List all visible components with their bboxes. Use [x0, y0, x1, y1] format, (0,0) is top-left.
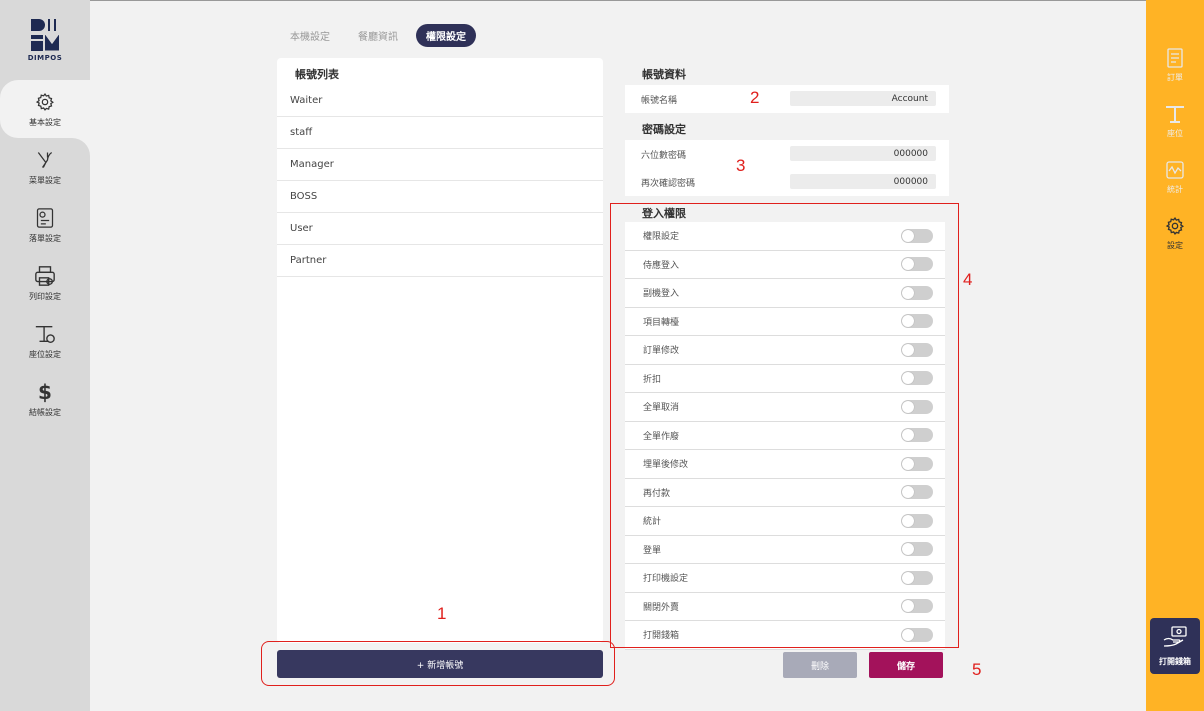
- order-doc-icon: [34, 207, 56, 229]
- nav-item-table-settings[interactable]: 座位設定: [0, 312, 90, 370]
- save-button[interactable]: 儲存: [869, 652, 943, 678]
- annotation-number-5: 5: [972, 660, 982, 679]
- pin-row: 六位數密碼 000000: [625, 140, 949, 168]
- open-cash-drawer-button[interactable]: 打開錢箱: [1150, 618, 1200, 674]
- gear-icon: [1165, 216, 1185, 238]
- nav-label: 座位設定: [29, 349, 61, 359]
- nav-item-stats[interactable]: 統計: [1146, 160, 1204, 195]
- account-item[interactable]: staff: [277, 117, 603, 149]
- annotation-number-1: 1: [437, 604, 447, 623]
- confirm-pin-input[interactable]: 000000: [790, 174, 936, 189]
- annotation-box-1: [261, 641, 615, 686]
- nav-label: 設定: [1167, 241, 1183, 250]
- nav-item-settings[interactable]: 設定: [1146, 216, 1204, 251]
- nav-item-basic-settings[interactable]: 基本設定: [0, 80, 90, 138]
- nav-label: 結帳設定: [29, 407, 61, 417]
- nav-item-print-settings[interactable]: 列印設定: [0, 254, 90, 312]
- delete-button[interactable]: 刪除: [783, 652, 857, 678]
- pin-input[interactable]: 000000: [790, 146, 936, 161]
- nav-item-orders[interactable]: 訂單: [1146, 48, 1204, 83]
- utensils-icon: [34, 149, 56, 171]
- top-border: [0, 0, 1204, 1]
- gear-icon: [34, 91, 56, 113]
- account-info-title: 帳號資料: [642, 68, 686, 81]
- cash-drawer-icon: [1163, 625, 1187, 652]
- nav-label: 統計: [1167, 185, 1183, 194]
- account-name-row: 帳號名稱 Account: [625, 85, 949, 113]
- logo-text: DIMPOS: [27, 53, 63, 62]
- nav-label: 訂單: [1167, 73, 1183, 82]
- table-icon: [1165, 104, 1185, 126]
- nav-item-checkout-settings[interactable]: $ 結帳設定: [0, 370, 90, 428]
- nav-label: 列印設定: [29, 291, 61, 301]
- table-icon: [34, 323, 56, 345]
- annotation-number-3: 3: [736, 156, 746, 175]
- annotation-box-4: [610, 203, 959, 648]
- stats-icon: [1165, 160, 1185, 182]
- receipt-icon: [1167, 48, 1183, 70]
- tab-restaurant-info[interactable]: 餐廳資訊: [348, 24, 408, 47]
- annotation-number-4: 4: [963, 270, 973, 289]
- nav-label: 落單設定: [29, 233, 61, 243]
- confirm-pin-label: 再次確認密碼: [641, 178, 696, 189]
- settings-tabs: 本機設定 餐廳資訊 權限設定: [280, 23, 476, 47]
- account-name-input[interactable]: Account: [790, 91, 936, 106]
- right-sidebar: 訂單 座位 統計 設定: [1146, 0, 1204, 711]
- account-item[interactable]: User: [277, 213, 603, 245]
- nav-item-seats[interactable]: 座位: [1146, 104, 1204, 139]
- tab-local-settings[interactable]: 本機設定: [280, 24, 340, 47]
- password-title: 密碼設定: [642, 123, 686, 136]
- tab-permission-settings[interactable]: 權限設定: [416, 23, 476, 47]
- cash-drawer-label: 打開錢箱: [1159, 656, 1191, 666]
- account-item[interactable]: Waiter: [277, 85, 603, 117]
- confirm-pin-row: 再次確認密碼 000000: [625, 168, 949, 196]
- nav-label: 座位: [1167, 129, 1183, 138]
- nav-item-order-settings[interactable]: 落單設定: [0, 196, 90, 254]
- logo: DIMPOS: [0, 0, 90, 80]
- account-list-title: 帳號列表: [295, 68, 339, 81]
- dimpos-logo-icon: [31, 18, 59, 51]
- annotation-number-2: 2: [750, 88, 760, 107]
- account-item[interactable]: Partner: [277, 245, 603, 277]
- account-item[interactable]: BOSS: [277, 181, 603, 213]
- account-name-label: 帳號名稱: [641, 95, 678, 106]
- printer-icon: [34, 265, 56, 287]
- pin-label: 六位數密碼: [641, 150, 687, 161]
- nav-label: 基本設定: [29, 117, 61, 127]
- left-sidebar: DIMPOS 基本設定 菜單設定 落單設定 列印設定 座位設定 $ 結帳設定: [0, 0, 90, 711]
- account-list-panel: 帳號列表 Waiter staff Manager BOSS User Part…: [277, 58, 603, 643]
- nav-label: 菜單設定: [29, 175, 61, 185]
- nav-item-menu-settings[interactable]: 菜單設定: [0, 138, 90, 196]
- account-item[interactable]: Manager: [277, 149, 603, 181]
- dollar-icon: $: [38, 379, 52, 404]
